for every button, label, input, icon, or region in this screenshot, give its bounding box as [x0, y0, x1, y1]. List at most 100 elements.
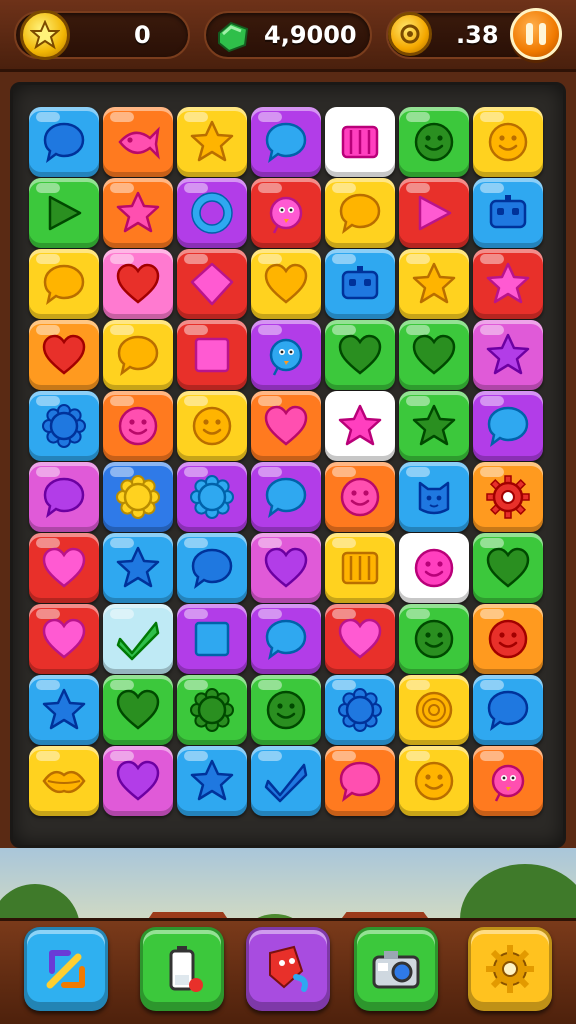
- pause-button[interactable]: [510, 8, 562, 60]
- tile-r7-c3[interactable]: [177, 533, 247, 603]
- cat-icon: [418, 481, 450, 515]
- tile-r2-c5[interactable]: [325, 178, 395, 248]
- tile-r10-c4[interactable]: [251, 746, 321, 816]
- tile-r9-c4[interactable]: [251, 675, 321, 745]
- tile-r4-c7[interactable]: [473, 320, 543, 390]
- tile-r6-c4[interactable]: [251, 462, 321, 532]
- tile-r1-c7[interactable]: [473, 107, 543, 177]
- tile-r5-c6[interactable]: [399, 391, 469, 461]
- tile-r9-c6[interactable]: [399, 675, 469, 745]
- tile-r1-c4[interactable]: [251, 107, 321, 177]
- tile-r6-c2[interactable]: [103, 462, 173, 532]
- tile-r7-c5[interactable]: [325, 533, 395, 603]
- tile-r10-c3[interactable]: [177, 746, 247, 816]
- booster-toolbar: [0, 918, 576, 1024]
- tile-r1-c1[interactable]: [29, 107, 99, 177]
- tile-r3-c1[interactable]: [29, 249, 99, 319]
- tile-r2-c3[interactable]: [177, 178, 247, 248]
- tile-r9-c5[interactable]: [325, 675, 395, 745]
- face-icon: [414, 619, 454, 659]
- star-icon: [338, 404, 382, 446]
- camera-button[interactable]: [354, 927, 438, 1011]
- heart-icon: [42, 618, 86, 659]
- tile-r4-c4[interactable]: [251, 320, 321, 390]
- tile-r5-c7[interactable]: [473, 391, 543, 461]
- triangle-icon: [48, 195, 82, 231]
- tile-r7-c4[interactable]: [251, 533, 321, 603]
- coins-value: .38: [456, 21, 499, 49]
- tile-r10-c1[interactable]: [29, 746, 99, 816]
- tile-r5-c2[interactable]: [103, 391, 173, 461]
- face-icon: [266, 690, 306, 730]
- star-icon: [486, 262, 530, 304]
- tile-r2-c4[interactable]: [251, 178, 321, 248]
- tile-r4-c3[interactable]: [177, 320, 247, 390]
- tile-r3-c5[interactable]: [325, 249, 395, 319]
- tile-r8-c5[interactable]: [325, 604, 395, 674]
- tile-r5-c3[interactable]: [177, 391, 247, 461]
- tile-r6-c3[interactable]: [177, 462, 247, 532]
- tile-r5-c5[interactable]: [325, 391, 395, 461]
- sun-icon: [338, 688, 382, 732]
- tile-r6-c7[interactable]: [473, 462, 543, 532]
- tile-r9-c7[interactable]: [473, 675, 543, 745]
- tile-r3-c4[interactable]: [251, 249, 321, 319]
- tile-r3-c7[interactable]: [473, 249, 543, 319]
- tile-r5-c4[interactable]: [251, 391, 321, 461]
- tile-r6-c5[interactable]: [325, 462, 395, 532]
- tile-r10-c2[interactable]: [103, 746, 173, 816]
- tile-r8-c3[interactable]: [177, 604, 247, 674]
- tile-r3-c6[interactable]: [399, 249, 469, 319]
- pause-icon-bar: [539, 23, 546, 45]
- sun-icon: [190, 475, 234, 519]
- tile-r8-c2[interactable]: [103, 604, 173, 674]
- tile-r7-c1[interactable]: [29, 533, 99, 603]
- tile-r9-c3[interactable]: [177, 675, 247, 745]
- tile-r9-c1[interactable]: [29, 675, 99, 745]
- star-icon: [190, 759, 234, 801]
- tile-r1-c3[interactable]: [177, 107, 247, 177]
- tile-r1-c6[interactable]: [399, 107, 469, 177]
- tile-r8-c7[interactable]: [473, 604, 543, 674]
- tile-r2-c7[interactable]: [473, 178, 543, 248]
- tile-r4-c5[interactable]: [325, 320, 395, 390]
- tile-r7-c2[interactable]: [103, 533, 173, 603]
- tile-r4-c2[interactable]: [103, 320, 173, 390]
- tile-r6-c6[interactable]: [399, 462, 469, 532]
- tile-r10-c7[interactable]: [473, 746, 543, 816]
- shield-icon: [269, 945, 308, 992]
- shield-booster-button[interactable]: [246, 927, 330, 1011]
- tile-r4-c6[interactable]: [399, 320, 469, 390]
- tile-r6-c1[interactable]: [29, 462, 99, 532]
- sun-icon: [42, 404, 86, 448]
- tile-r5-c1[interactable]: [29, 391, 99, 461]
- tile-r8-c6[interactable]: [399, 604, 469, 674]
- square-icon: [194, 337, 230, 373]
- battery-booster-button[interactable]: [140, 927, 224, 1011]
- tile-r2-c1[interactable]: [29, 178, 99, 248]
- tile-r10-c5[interactable]: [325, 746, 395, 816]
- tile-r9-c2[interactable]: [103, 675, 173, 745]
- tile-r10-c6[interactable]: [399, 746, 469, 816]
- bubble-icon: [487, 406, 529, 448]
- face-icon: [488, 122, 528, 162]
- tile-r2-c6[interactable]: [399, 178, 469, 248]
- bubble-icon: [43, 264, 85, 306]
- tile-r1-c2[interactable]: [103, 107, 173, 177]
- tile-r4-c1[interactable]: [29, 320, 99, 390]
- settings-button[interactable]: [468, 927, 552, 1011]
- tile-r8-c4[interactable]: [251, 604, 321, 674]
- tile-r8-c1[interactable]: [29, 604, 99, 674]
- bird-icon: [491, 764, 525, 802]
- bubble-icon: [339, 761, 381, 803]
- face-icon: [414, 122, 454, 162]
- tile-r1-c5[interactable]: [325, 107, 395, 177]
- heart-icon: [264, 405, 308, 446]
- tile-r7-c7[interactable]: [473, 533, 543, 603]
- tile-r7-c6[interactable]: [399, 533, 469, 603]
- gem-icon: [208, 12, 258, 62]
- swap-booster-button[interactable]: [24, 927, 108, 1011]
- tile-r3-c2[interactable]: [103, 249, 173, 319]
- tile-r2-c2[interactable]: [103, 178, 173, 248]
- tile-r3-c3[interactable]: [177, 249, 247, 319]
